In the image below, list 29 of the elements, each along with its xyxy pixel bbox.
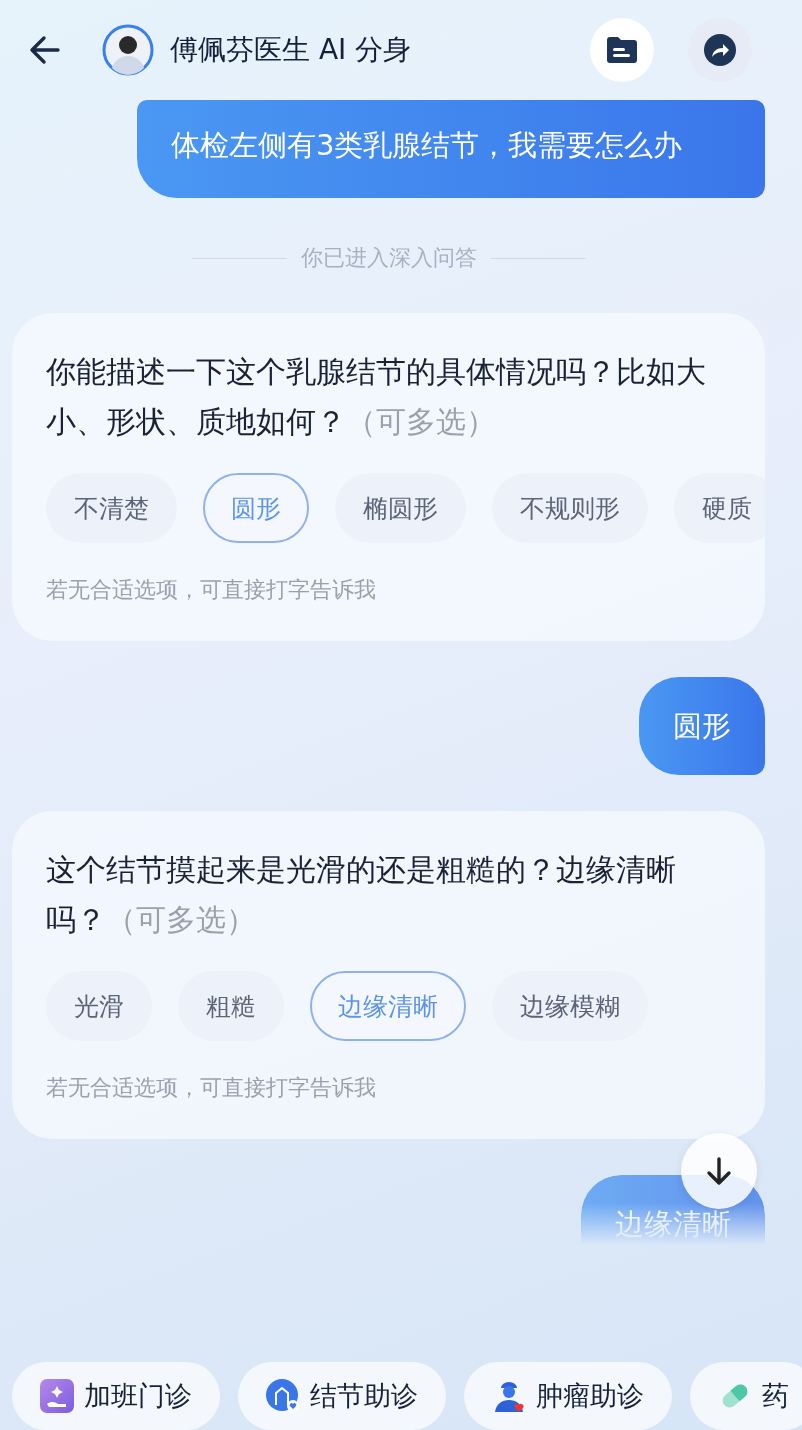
option-chip[interactable]: 不规则形	[492, 473, 648, 543]
mode-notice: 你已进入深入问答	[300, 244, 477, 272]
quick-action-chip[interactable]: 加班门诊	[12, 1362, 220, 1430]
option-chip[interactable]: 不清楚	[46, 473, 177, 543]
option-chip[interactable]: 圆形	[203, 473, 309, 543]
option-chip[interactable]: 边缘模糊	[492, 971, 648, 1041]
quick-action-chip[interactable]: 肿瘤助诊	[464, 1362, 672, 1430]
hint-text: 若无合适选项，可直接打字告诉我	[46, 1074, 377, 1102]
hint-text: 若无合适选项，可直接打字告诉我	[46, 576, 377, 604]
quick-action-chip[interactable]: 结节助诊	[238, 1362, 446, 1430]
quick-action-chip[interactable]: 药	[690, 1362, 802, 1430]
medical-hand-icon	[40, 1379, 74, 1413]
down-arrow-icon	[705, 1156, 733, 1186]
option-chip[interactable]: 粗糙	[178, 971, 284, 1041]
user-message: 体检左侧有3类乳腺结节，我需要怎么办	[137, 100, 765, 198]
share-icon	[703, 33, 737, 67]
back-arrow-icon	[28, 33, 62, 67]
option-chip[interactable]: 硬质	[674, 473, 765, 543]
doctor-figure-icon	[492, 1379, 526, 1413]
user-message: 圆形	[639, 677, 765, 775]
question-text: 你能描述一下这个乳腺结节的具体情况吗？比如大小、形状、质地如何？（可多选）	[46, 353, 707, 441]
back-button[interactable]	[28, 33, 62, 67]
option-chip[interactable]: 光滑	[46, 971, 152, 1041]
option-chip[interactable]: 椭圆形	[335, 473, 466, 543]
folder-icon	[605, 35, 639, 65]
question-text: 这个结节摸起来是光滑的还是粗糙的？边缘清晰吗？（可多选）	[46, 851, 677, 939]
doctor-name: 傅佩芬医生 AI 分身	[170, 32, 412, 68]
avatar-icon	[102, 24, 154, 76]
option-chip[interactable]: 边缘清晰	[310, 971, 466, 1041]
